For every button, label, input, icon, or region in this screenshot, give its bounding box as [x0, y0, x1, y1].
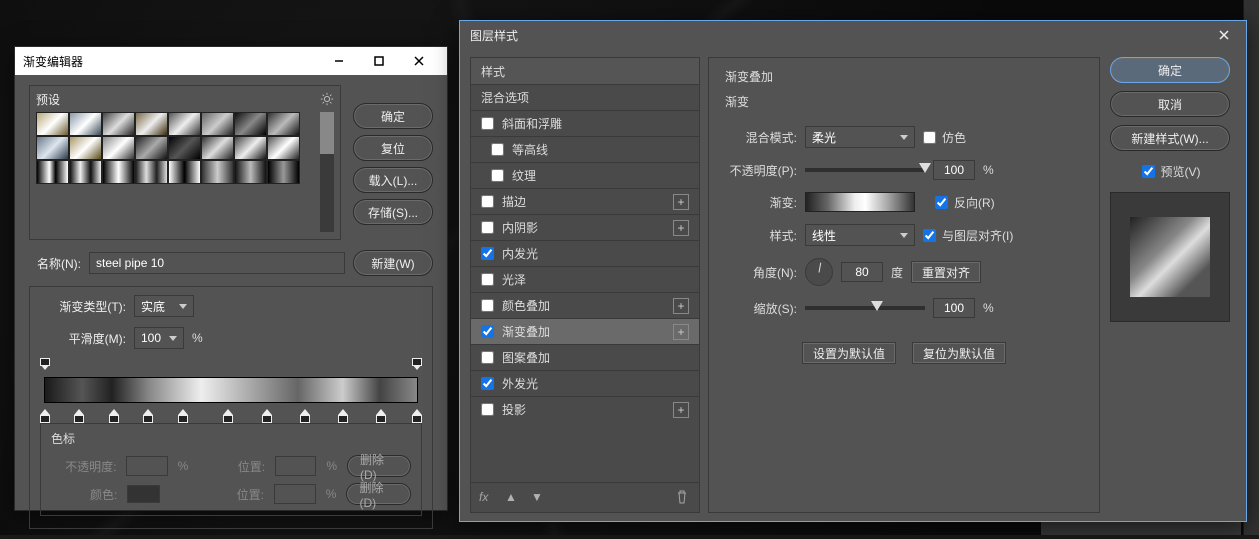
blend-mode-select[interactable]: 柔光: [805, 126, 915, 148]
gradient-type-label: 渐变类型(T):: [40, 298, 126, 315]
bevel-item[interactable]: 斜面和浮雕: [471, 110, 699, 136]
plus-icon[interactable]: +: [673, 324, 689, 340]
save-button[interactable]: 存储(S)...: [353, 199, 433, 225]
contour-item[interactable]: 等高线: [471, 136, 699, 162]
reset-default-button[interactable]: 复位为默认值: [912, 342, 1006, 364]
angle-input[interactable]: [841, 262, 883, 282]
blend-options-item[interactable]: 混合选项: [471, 84, 699, 110]
window-maximize-button[interactable]: [359, 47, 399, 75]
reset-align-button[interactable]: 重置对齐: [911, 261, 981, 283]
delete-opacity-stop-button[interactable]: 删除(D): [347, 455, 411, 477]
window-close-button[interactable]: [399, 47, 439, 75]
ok-button[interactable]: 确定: [353, 103, 433, 129]
preset-swatches[interactable]: [36, 112, 314, 184]
arrow-up-icon[interactable]: ▲: [505, 490, 521, 506]
gradient-overlay-item[interactable]: 渐变叠加+: [471, 318, 699, 344]
stroke-item[interactable]: 描边+: [471, 188, 699, 214]
stop-position-input: [275, 456, 316, 476]
inner-shadow-item[interactable]: 内阴影+: [471, 214, 699, 240]
angle-label: 角度(N):: [725, 264, 797, 281]
window-titlebar[interactable]: 渐变编辑器: [15, 47, 447, 75]
presets-label: 预设: [36, 91, 60, 108]
satin-item[interactable]: 光泽: [471, 266, 699, 292]
plus-icon[interactable]: +: [673, 298, 689, 314]
preview-thumbnail: [1110, 192, 1230, 322]
stop-position2-input: [274, 484, 316, 504]
presets-panel: 预设: [29, 85, 341, 240]
preview-checkbox[interactable]: 预览(V): [1110, 163, 1232, 180]
plus-icon[interactable]: +: [673, 194, 689, 210]
style-select[interactable]: 线性: [805, 224, 915, 246]
layer-style-titlebar[interactable]: 图层样式: [460, 21, 1246, 49]
angle-dial[interactable]: [805, 258, 833, 286]
layer-style-title: 图层样式: [470, 27, 1212, 44]
trash-icon[interactable]: [675, 490, 691, 506]
drop-shadow-item[interactable]: 投影+: [471, 396, 699, 422]
dither-checkbox[interactable]: 仿色: [923, 129, 966, 146]
gradient-preview[interactable]: [805, 192, 915, 212]
stop-opacity-input: [126, 456, 167, 476]
opacity-label: 不透明度(P):: [725, 162, 797, 179]
layer-style-window: 图层样式 样式 混合选项 斜面和浮雕 等高线 纹理 描边+ 内阴影+ 内发光 光…: [459, 20, 1247, 522]
stop-color-label: 颜色:: [51, 486, 117, 503]
stop-position2-label: 位置:: [217, 486, 264, 503]
gradient-editor-window: 渐变编辑器 预设: [14, 46, 448, 511]
gradient-overlay-settings: 渐变叠加 渐变 混合模式: 柔光 仿色 不透明度(P): % 渐变: 反向(R): [708, 57, 1100, 513]
window-minimize-button[interactable]: [319, 47, 359, 75]
arrow-down-icon[interactable]: ▼: [531, 490, 547, 506]
pattern-overlay-item[interactable]: 图案叠加: [471, 344, 699, 370]
scale-label: 缩放(S):: [725, 300, 797, 317]
stop-position-label: 位置:: [218, 458, 265, 475]
inner-glow-item[interactable]: 内发光: [471, 240, 699, 266]
reverse-checkbox[interactable]: 反向(R): [935, 194, 995, 211]
ls-cancel-button[interactable]: 取消: [1110, 91, 1230, 117]
reset-button[interactable]: 复位: [353, 135, 433, 161]
degree-label: 度: [891, 264, 903, 281]
fx-icon[interactable]: fx: [479, 490, 495, 506]
blend-mode-label: 混合模式:: [725, 129, 797, 146]
set-default-button[interactable]: 设置为默认值: [802, 342, 896, 364]
smoothness-label: 平滑度(M):: [40, 330, 126, 347]
section-title: 渐变叠加: [725, 68, 1083, 85]
gradient-label: 渐变:: [725, 194, 797, 211]
close-icon[interactable]: [1212, 23, 1236, 47]
ls-ok-button[interactable]: 确定: [1110, 57, 1230, 83]
load-button[interactable]: 载入(L)...: [353, 167, 433, 193]
texture-item[interactable]: 纹理: [471, 162, 699, 188]
smoothness-input[interactable]: 100: [134, 327, 184, 349]
name-input[interactable]: [89, 252, 345, 274]
subsection-title: 渐变: [725, 93, 1083, 110]
ls-new-style-button[interactable]: 新建样式(W)...: [1110, 125, 1230, 151]
stop-opacity-label: 不透明度:: [51, 458, 116, 475]
gear-icon[interactable]: [320, 92, 334, 106]
style-label: 样式:: [725, 227, 797, 244]
new-button[interactable]: 新建(W): [353, 250, 433, 276]
align-checkbox[interactable]: 与图层对齐(I): [923, 227, 1013, 244]
colorstops-header: 色标: [51, 430, 411, 447]
scale-input[interactable]: [933, 298, 975, 318]
presets-scrollbar[interactable]: [320, 112, 334, 232]
percent-label: %: [192, 331, 203, 345]
plus-icon[interactable]: +: [673, 220, 689, 236]
styles-list: 样式 混合选项 斜面和浮雕 等高线 纹理 描边+ 内阴影+ 内发光 光泽 颜色叠…: [470, 57, 700, 513]
stop-color-chip[interactable]: [127, 485, 159, 503]
window-title: 渐变编辑器: [23, 53, 319, 70]
plus-icon[interactable]: +: [673, 402, 689, 418]
outer-glow-item[interactable]: 外发光: [471, 370, 699, 396]
delete-color-stop-button[interactable]: 删除(D): [346, 483, 411, 505]
opacity-slider[interactable]: [805, 168, 925, 172]
styles-header[interactable]: 样式: [471, 58, 699, 84]
opacity-input[interactable]: [933, 160, 975, 180]
scale-slider[interactable]: [805, 306, 925, 310]
color-overlay-item[interactable]: 颜色叠加+: [471, 292, 699, 318]
gradient-bar[interactable]: [40, 363, 422, 417]
name-label: 名称(N):: [29, 255, 81, 272]
gradient-type-select[interactable]: 实底: [134, 295, 194, 317]
